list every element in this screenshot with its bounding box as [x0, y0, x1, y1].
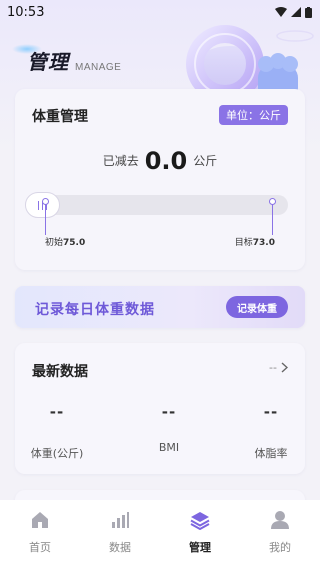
battery-icon	[305, 6, 312, 18]
tab-data[interactable]: 数据	[90, 510, 150, 568]
weight-progress-handle[interactable]	[25, 192, 60, 218]
tab-profile[interactable]: 我的	[250, 510, 310, 568]
weight-management-card: 体重管理 单位：公斤 已减去 0.0 公斤 初始75.0 目标73.0	[15, 89, 305, 270]
page-subtitle: MANAGE	[75, 62, 122, 73]
metric-weight-value: --	[49, 403, 65, 421]
metric-body-fat-value: --	[263, 403, 279, 421]
wifi-icon	[275, 7, 287, 17]
user-icon	[271, 511, 289, 529]
latest-data-card: 最新数据 -- -- 体重(公斤) -- BMI -- 体脂率	[15, 343, 305, 474]
start-weight-value: 75.0	[63, 238, 86, 248]
weight-lost-row: 已减去 0.0 公斤	[15, 149, 305, 173]
metric-weight-label: 体重(公斤)	[30, 447, 84, 460]
latest-data-more[interactable]: --	[269, 361, 288, 374]
goal-weight-caption: 目标	[234, 238, 253, 248]
record-weight-banner[interactable]: 记录每日体重数据 记录体重	[15, 286, 305, 328]
metric-bmi: -- BMI	[129, 403, 209, 454]
weight-progress-track	[25, 192, 288, 218]
metric-bmi-value: --	[161, 403, 177, 421]
goal-marker-dot	[269, 198, 276, 205]
tab-home-label: 首页	[29, 541, 51, 554]
chevron-right-icon	[281, 362, 288, 373]
weight-card-title: 体重管理	[32, 109, 88, 125]
metric-body-fat-label: 体脂率	[254, 447, 288, 460]
metric-weight: -- 体重(公斤)	[17, 403, 97, 461]
latest-data-title: 最新数据	[32, 364, 88, 380]
tab-manage-label: 管理	[189, 541, 211, 554]
start-weight-label: 初始75.0	[45, 235, 85, 248]
tab-manage[interactable]: 管理	[170, 510, 230, 568]
status-time: 10:53	[7, 4, 45, 20]
bottom-tab-bar: 首页 数据 管理 我的	[0, 500, 320, 568]
weight-lost-unit: 公斤	[193, 154, 218, 168]
record-weight-button[interactable]: 记录体重	[226, 296, 288, 318]
goal-weight-value: 73.0	[252, 238, 275, 248]
status-bar: 10:53	[0, 0, 320, 24]
unit-badge[interactable]: 单位：公斤	[219, 105, 288, 125]
bar-chart-icon	[112, 512, 129, 528]
weight-lost-label: 已减去	[102, 154, 139, 168]
status-icons	[275, 6, 312, 18]
tab-profile-label: 我的	[269, 541, 291, 554]
metric-body-fat: -- 体脂率	[231, 403, 311, 461]
tab-data-label: 数据	[109, 541, 131, 554]
page-title-text: 管理	[27, 50, 69, 74]
goal-marker-line	[272, 202, 273, 235]
tab-home[interactable]: 首页	[10, 510, 70, 568]
latest-data-date: --	[269, 361, 277, 374]
signal-icon	[291, 7, 301, 17]
start-weight-caption: 初始	[45, 238, 64, 248]
start-marker-line	[45, 202, 46, 235]
goal-weight-label: 目标73.0	[235, 235, 275, 248]
layers-icon	[190, 512, 210, 530]
page-title: 管理 MANAGE	[27, 46, 121, 75]
home-icon	[32, 512, 48, 528]
metric-bmi-label: BMI	[158, 441, 180, 454]
start-marker-dot	[42, 198, 49, 205]
weight-lost-value: 0.0	[144, 147, 188, 175]
handle-grip-line	[38, 200, 39, 210]
record-banner-title: 记录每日体重数据	[35, 302, 155, 318]
